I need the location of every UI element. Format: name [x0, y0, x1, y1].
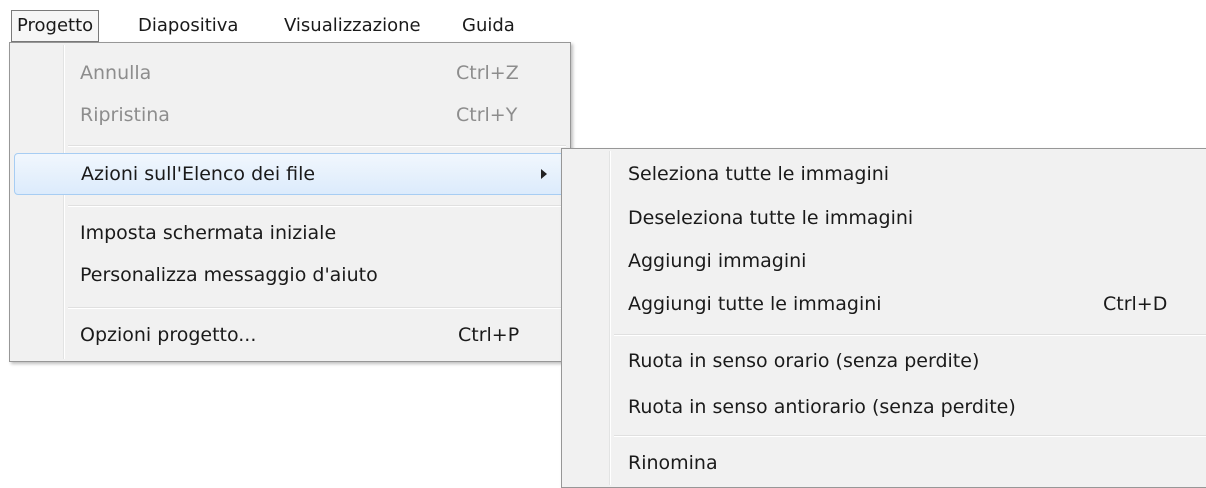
menu-item-label: Ruota in senso orario (senza perdite)	[628, 350, 980, 372]
menu-separator	[68, 307, 566, 309]
menu-separator	[614, 334, 1206, 336]
menu-separator	[614, 435, 1206, 437]
menu-item-label: Deseleziona tutte le immagini	[628, 207, 914, 229]
submenu-item-rinomina[interactable]: Rinomina	[564, 443, 1204, 483]
menu-diapositiva[interactable]: Diapositiva	[133, 11, 243, 41]
menu-item-label: Aggiungi tutte le immagini	[628, 293, 882, 315]
menu-item-shortcut: Ctrl+D	[1103, 293, 1168, 315]
submenu-item-ruota-antiorario[interactable]: Ruota in senso antiorario (senza perdite…	[564, 387, 1204, 427]
menu-guida[interactable]: Guida	[457, 11, 520, 41]
submenu-item-deseleziona-tutte[interactable]: Deseleziona tutte le immagini	[564, 198, 1204, 238]
menu-item-label: Seleziona tutte le immagini	[628, 163, 890, 185]
submenu-item-ruota-orario[interactable]: Ruota in senso orario (senza perdite)	[564, 341, 1204, 381]
azioni-submenu: Seleziona tutte le immagini Deseleziona …	[561, 148, 1206, 488]
menu-item-label: Rinomina	[628, 452, 718, 474]
menu-item-label: Personalizza messaggio d'aiuto	[80, 264, 378, 286]
menu-progetto[interactable]: Progetto	[11, 10, 100, 42]
menu-item-opzioni-progetto[interactable]: Opzioni progetto... Ctrl+P	[12, 315, 568, 355]
menu-item-label: Annulla	[80, 62, 152, 84]
menu-bar: Progetto Diapositiva Visualizzazione Gui…	[0, 0, 1206, 44]
menu-item-ripristina[interactable]: Ripristina Ctrl+Y	[12, 95, 568, 135]
submenu-item-aggiungi-immagini[interactable]: Aggiungi immagini	[564, 241, 1204, 281]
menu-separator	[68, 145, 566, 147]
submenu-item-seleziona-tutte[interactable]: Seleziona tutte le immagini	[564, 154, 1204, 194]
menu-item-shortcut: Ctrl+Y	[456, 104, 518, 126]
menu-item-annulla[interactable]: Annulla Ctrl+Z	[12, 53, 568, 93]
menu-item-azioni-elenco-file[interactable]: Azioni sull'Elenco dei file	[14, 153, 567, 195]
menu-separator	[68, 205, 566, 207]
menu-visualizzazione[interactable]: Visualizzazione	[279, 11, 426, 41]
menu-item-label: Ripristina	[80, 104, 170, 126]
menu-item-imposta-schermata-iniziale[interactable]: Imposta schermata iniziale	[12, 213, 568, 253]
menu-item-shortcut: Ctrl+Z	[456, 62, 519, 84]
menu-item-label: Imposta schermata iniziale	[80, 222, 337, 244]
menu-item-personalizza-messaggio[interactable]: Personalizza messaggio d'aiuto	[12, 255, 568, 295]
chevron-right-icon	[541, 169, 547, 179]
menu-item-label: Opzioni progetto...	[80, 324, 257, 346]
menu-item-label: Aggiungi immagini	[628, 250, 807, 272]
menu-item-label: Azioni sull'Elenco dei file	[81, 163, 316, 185]
menu-item-shortcut: Ctrl+P	[458, 324, 520, 346]
progetto-dropdown: Annulla Ctrl+Z Ripristina Ctrl+Y Azioni …	[9, 42, 571, 362]
menu-item-label: Ruota in senso antiorario (senza perdite…	[628, 396, 1016, 418]
submenu-item-aggiungi-tutte[interactable]: Aggiungi tutte le immagini Ctrl+D	[564, 284, 1204, 324]
